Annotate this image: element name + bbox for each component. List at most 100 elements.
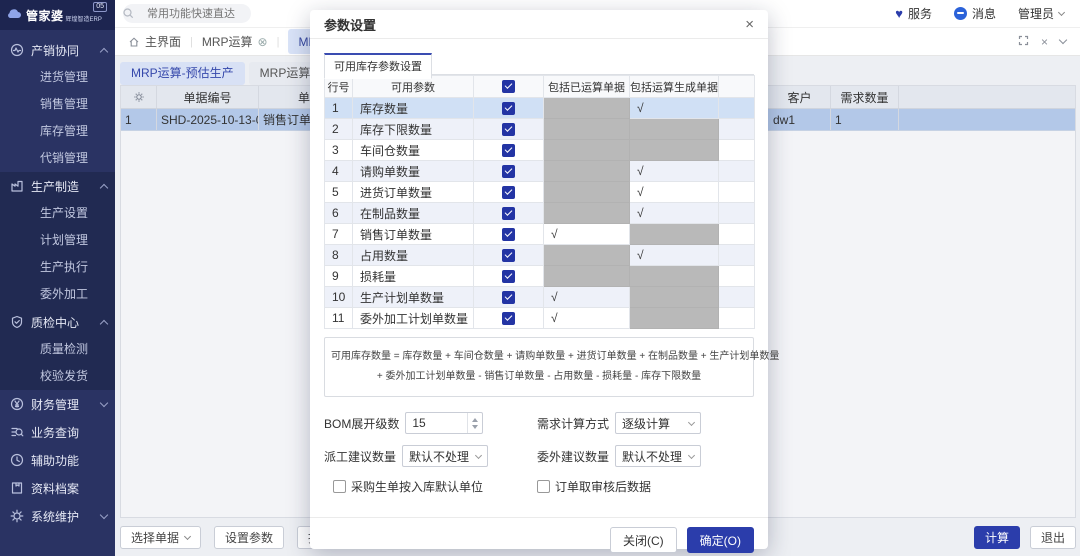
grid-col-doc-no[interactable]: 单据编号 xyxy=(157,86,259,108)
param-row-6[interactable]: 6 在制品数量 √ xyxy=(325,203,755,224)
purchase-unit-label[interactable]: 采购生单按入库默认单位 xyxy=(351,478,483,495)
tab-mrp[interactable]: MRP运算 ⊗ xyxy=(202,33,268,50)
grid-col-qty[interactable]: 需求数量 xyxy=(831,86,899,108)
bom-level-input[interactable] xyxy=(406,416,464,430)
sidebar-item-shengchan-shezhi[interactable]: 生产设置 xyxy=(0,200,115,227)
sidebar-group-header-yewu[interactable]: 业务查询 xyxy=(0,418,115,446)
param-row-2[interactable]: 2 库存下限数量 xyxy=(325,119,755,140)
dialog-footer: 关闭(C) 确定(O) xyxy=(310,517,768,556)
row-checkbox[interactable] xyxy=(474,182,544,203)
dialog-close-icon[interactable]: × xyxy=(745,17,754,32)
row-checkbox[interactable] xyxy=(474,98,544,119)
close-tab-icon[interactable]: × xyxy=(1041,36,1048,48)
brand-subtitle: 辉煌智造ERP xyxy=(66,14,102,23)
stepper-arrows[interactable] xyxy=(467,413,482,433)
exit-button[interactable]: 退出 xyxy=(1030,526,1076,549)
sidebar-item-xiaoshou[interactable]: 销售管理 xyxy=(0,91,115,118)
chevron-up-icon xyxy=(100,47,108,55)
sidebar-item-kucun[interactable]: 库存管理 xyxy=(0,118,115,145)
chevron-down-icon xyxy=(100,511,108,519)
select-all-checkbox[interactable] xyxy=(474,76,544,98)
sidebar-group-header-caiwu[interactable]: 财务管理 xyxy=(0,390,115,418)
outsource-qty-select[interactable]: 默认不处理 xyxy=(615,445,701,467)
sidebar-item-jihua-guanli[interactable]: 计划管理 xyxy=(0,227,115,254)
order-audited-label[interactable]: 订单取审核后数据 xyxy=(555,478,651,495)
ok-button[interactable]: 确定(O) xyxy=(687,527,754,553)
param-row-10[interactable]: 10 生产计划单数量 √ xyxy=(325,287,755,308)
chevron-down-icon xyxy=(184,532,191,539)
tab-stock-params[interactable]: 可用库存参数设置 xyxy=(324,53,432,79)
sidebar-group-yewu: 业务查询 xyxy=(0,418,115,446)
row-checkbox[interactable] xyxy=(474,161,544,182)
param-row-3[interactable]: 3 车间仓数量 xyxy=(325,140,755,161)
tab-close-icon[interactable]: ⊗ xyxy=(258,35,268,49)
dispatch-qty-label: 派工建议数量 xyxy=(324,448,396,465)
sidebar-group-header-zhijian[interactable]: 质检中心 xyxy=(0,308,115,336)
cloud-logo-icon xyxy=(6,8,22,22)
row-checkbox[interactable] xyxy=(474,224,544,245)
cell-qty: 1 xyxy=(831,109,899,130)
sidebar-group-header-xitong[interactable]: 系统维护 xyxy=(0,502,115,530)
close-button[interactable]: 关闭(C) xyxy=(610,527,677,553)
set-params-button[interactable]: 设置参数 xyxy=(214,526,284,549)
param-row-4[interactable]: 4 请购单数量 √ xyxy=(325,161,755,182)
clock-icon xyxy=(10,453,24,467)
service-menu[interactable]: ♥ 服务 xyxy=(895,5,932,22)
sidebar-group-header-fuzhu[interactable]: 辅助功能 xyxy=(0,446,115,474)
tab-home[interactable]: 主界面 xyxy=(128,33,181,50)
demand-calc-label: 需求计算方式 xyxy=(537,415,609,432)
brand-name: 管家婆 xyxy=(26,7,64,24)
grid-col-customer[interactable]: 客户 xyxy=(769,86,831,108)
outsource-qty-label: 委外建议数量 xyxy=(537,448,609,465)
sidebar-group-header-ziliao[interactable]: 资料档案 xyxy=(0,474,115,502)
param-row-5[interactable]: 5 进货订单数量 √ xyxy=(325,182,755,203)
sidebar-item-jiaoyan-fahuo[interactable]: 校验发货 xyxy=(0,363,115,390)
row-checkbox[interactable] xyxy=(474,266,544,287)
cell-doc-no: SHD-2025-10-13-003 xyxy=(157,109,259,130)
dialog-title: 参数设置 xyxy=(324,15,376,34)
select-doc-button[interactable]: 选择单据 xyxy=(120,526,201,549)
user-menu[interactable]: 管理员 xyxy=(1018,5,1064,22)
bom-level-stepper[interactable] xyxy=(405,412,483,434)
row-checkbox[interactable] xyxy=(474,245,544,266)
message-menu[interactable]: 消息 xyxy=(954,5,996,22)
sidebar-item-daixiao[interactable]: 代销管理 xyxy=(0,145,115,172)
subtab-mrp-forecast[interactable]: MRP运算-预估生产 xyxy=(120,62,245,85)
collapse-icon[interactable] xyxy=(1059,36,1067,44)
sidebar-item-zhiliang-jiance[interactable]: 质量检测 xyxy=(0,336,115,363)
sidebar-item-jinhuo[interactable]: 进货管理 xyxy=(0,64,115,91)
dispatch-qty-select[interactable]: 默认不处理 xyxy=(402,445,488,467)
calculate-button[interactable]: 计算 xyxy=(974,526,1020,549)
sidebar-group-header-chanxiao[interactable]: 产销协同 xyxy=(0,36,115,64)
row-checkbox[interactable] xyxy=(474,119,544,140)
col-include-gen: 包括运算生成单据 xyxy=(630,76,719,98)
row-checkbox[interactable] xyxy=(474,308,544,329)
param-row-7[interactable]: 7 销售订单数量 √ xyxy=(325,224,755,245)
row-checkbox[interactable] xyxy=(474,203,544,224)
grid-settings-gear-icon[interactable] xyxy=(121,86,157,108)
purchase-unit-checkbox[interactable] xyxy=(333,480,346,493)
param-row-9[interactable]: 9 损耗量 xyxy=(325,266,755,287)
order-audited-checkbox[interactable] xyxy=(537,480,550,493)
expand-icon[interactable] xyxy=(1018,35,1029,48)
row-number: 1 xyxy=(121,109,157,130)
formula-box: 可用库存数量 = 库存数量 + 车间仓数量 + 请购单数量 + 进货订单数量 +… xyxy=(324,337,754,397)
demand-calc-select[interactable]: 逐级计算 xyxy=(615,412,701,434)
sidebar-group-shengchan: 生产制造 生产设置 计划管理 生产执行 委外加工 xyxy=(0,172,115,308)
row-checkbox[interactable] xyxy=(474,140,544,161)
cell-customer: dw1 xyxy=(769,109,831,130)
chevron-down-icon xyxy=(688,418,695,425)
param-row-11[interactable]: 11 委外加工计划单数量 √ xyxy=(325,308,755,329)
sidebar-item-weiwai-jiagong[interactable]: 委外加工 xyxy=(0,281,115,308)
sidebar-item-shengchan-zhixing[interactable]: 生产执行 xyxy=(0,254,115,281)
sidebar-group-header-shengchan[interactable]: 生产制造 xyxy=(0,172,115,200)
yuan-circle-icon xyxy=(10,397,24,411)
sidebar-group-zhijian: 质检中心 质量检测 校验发货 xyxy=(0,308,115,390)
sidebar-group-label: 财务管理 xyxy=(31,396,101,413)
heart-icon: ♥ xyxy=(895,6,903,21)
sidebar-group-fuzhu: 辅助功能 xyxy=(0,446,115,474)
param-row-1[interactable]: 1 库存数量 √ xyxy=(325,98,755,119)
quick-search-input[interactable] xyxy=(123,4,251,23)
row-checkbox[interactable] xyxy=(474,287,544,308)
param-row-8[interactable]: 8 占用数量 √ xyxy=(325,245,755,266)
